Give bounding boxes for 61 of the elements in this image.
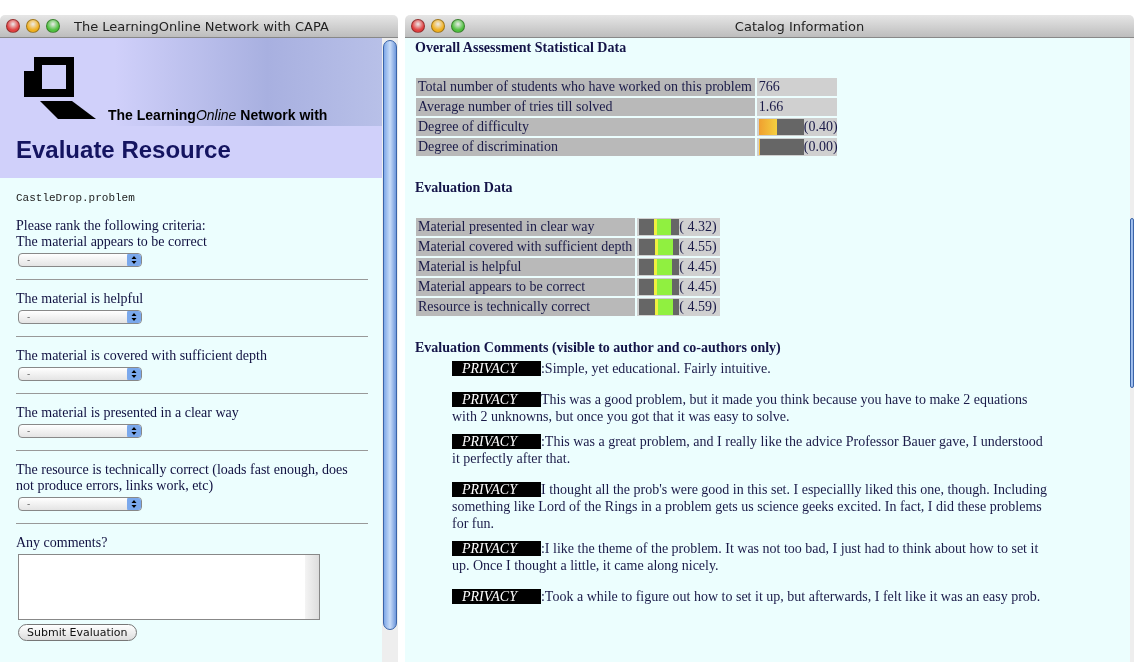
criterion-label: The material is presented in a clear way (16, 405, 240, 421)
comment-text: PRIVACY This was a good problem, but it made you think because you have to make 2 equations with 2 unknowns, but once you got that it was easy to solve. (452, 391, 1029, 425)
rating-label: Material covered with sufficient depth (416, 238, 636, 256)
comment-text: PRIVACY I thought all the prob's were good in this set. I especiallly liked this one, though. Including something like Lord of the Rings in a problem gets us science geeks excited. In fact, I did these problems for fun. (452, 481, 1048, 532)
file-name: CastleDrop.problem (16, 192, 136, 204)
comment-text: PRIVACY :This was a great problem, and I really like the advice Professor Bauer gave, I understood it perfectly after that. (452, 433, 1044, 467)
criterion-label: The material is helpful (16, 291, 145, 307)
scrollbar[interactable] (382, 38, 398, 662)
scroll-thumb[interactable] (383, 40, 397, 630)
criterion-label: The material appears to be correct (16, 234, 208, 250)
rating-reading: ( 4.32) (679, 218, 717, 236)
stat-reading: (0.40) (803, 119, 838, 135)
rating-select[interactable]: - (18, 367, 142, 381)
criterion-label: The resource is technically correct (loads fast enough, does not produce errors, links work, etc) (16, 462, 349, 494)
stat-label: Average number of tries till solved (416, 98, 755, 116)
stepper-icon (127, 254, 141, 266)
rating-reading: ( 4.55) (679, 238, 717, 256)
stat-label: Degree of difficulty (416, 118, 755, 136)
rating-select[interactable]: - (18, 310, 142, 324)
zoom-button[interactable] (46, 19, 60, 33)
form-intro: Please rank the following criteria: (16, 218, 207, 234)
stat-value: 766 (758, 79, 780, 95)
banner-title: The LearningOnline Network with (108, 107, 328, 123)
rating-reading: ( 4.45) (679, 278, 717, 296)
stat-reading: (0.00) (803, 139, 838, 155)
stepper-icon (127, 498, 141, 510)
comment-text: PRIVACY :Simple, yet educational. Fairly intuitive. (452, 360, 1052, 377)
rating-label: Material is helpful (416, 258, 636, 276)
section-heading: Overall Assessment Statistical Data (415, 40, 628, 56)
comment-text: PRIVACY :Took a while to figure out how to set it up, but afterwards, I felt like it was an easy prob. (452, 588, 1052, 605)
close-button[interactable] (411, 19, 425, 33)
stat-value: 1.66 (758, 99, 784, 115)
scroll-thumb[interactable] (1130, 218, 1134, 388)
window-title: Catalog Information (733, 18, 866, 34)
minimize-button[interactable] (431, 19, 445, 33)
page-heading: Evaluate Resource (16, 136, 232, 164)
minimize-button[interactable] (26, 19, 40, 33)
stepper-icon (127, 425, 141, 437)
criterion-label: The material is covered with sufficient depth (16, 348, 268, 364)
rating-reading: ( 4.59) (679, 298, 717, 316)
section-heading: Evaluation Data (415, 180, 514, 196)
comment-text: PRIVACY :I like the theme of the problem. It was not too bad, I just had to think about how to set it up. Once I thought a little, it came along nicely. (452, 540, 1040, 574)
rating-select[interactable]: - (18, 253, 142, 267)
rating-reading: ( 4.45) (679, 258, 717, 276)
rating-label: Resource is technically correct (416, 298, 636, 316)
section-heading: Evaluation Comments (visible to author and co-authors only) (415, 340, 782, 356)
close-button[interactable] (6, 19, 20, 33)
zoom-button[interactable] (451, 19, 465, 33)
comments-field[interactable] (18, 554, 320, 620)
stat-label: Total number of students who have worked on this problem (416, 78, 755, 96)
rating-select[interactable]: - (18, 497, 142, 511)
window-title: The LearningOnline Network with CAPA (74, 18, 329, 34)
stat-label: Degree of discrimination (416, 138, 755, 156)
rating-label: Material presented in clear way (416, 218, 636, 236)
comments-label: Any comments? (16, 535, 109, 551)
submit-button[interactable]: Submit Evaluation (18, 624, 137, 641)
scrollbar[interactable] (1130, 38, 1134, 662)
stepper-icon (127, 368, 141, 380)
rating-label: Material appears to be correct (416, 278, 636, 296)
stepper-icon (127, 311, 141, 323)
rating-select[interactable]: - (18, 424, 142, 438)
